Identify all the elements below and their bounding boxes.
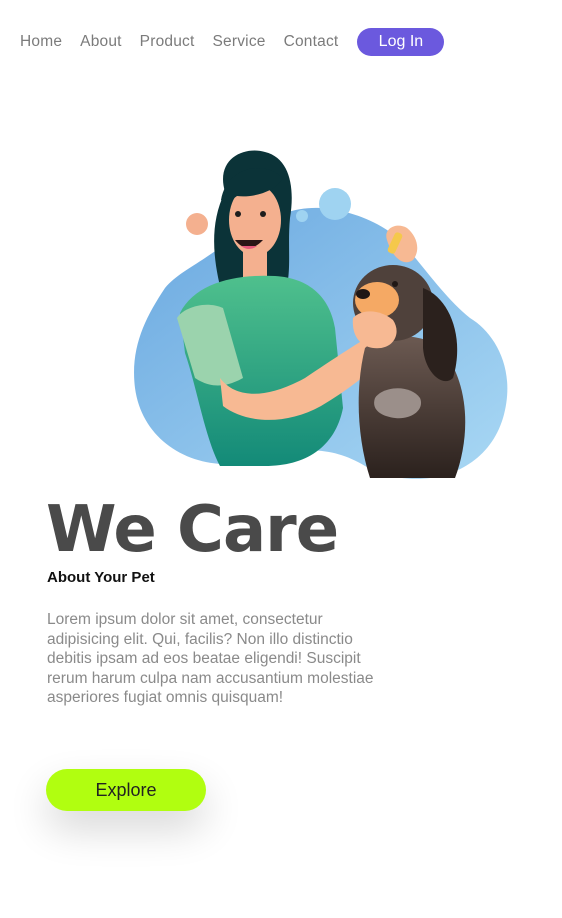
nav-link-service[interactable]: Service bbox=[213, 28, 266, 56]
nav-link-product[interactable]: Product bbox=[140, 28, 195, 56]
explore-button[interactable]: Explore bbox=[46, 769, 206, 811]
dog-chest bbox=[374, 388, 422, 419]
login-button[interactable]: Log In bbox=[357, 28, 445, 56]
nav-link-home[interactable]: Home bbox=[20, 28, 62, 56]
bubble-small bbox=[296, 210, 308, 222]
woman-ear bbox=[186, 213, 208, 235]
dog-eye bbox=[392, 281, 398, 287]
woman-eye-right bbox=[260, 211, 266, 217]
dog-nose bbox=[356, 289, 370, 299]
woman-eye-left bbox=[235, 211, 241, 217]
hero-title: We Care bbox=[46, 493, 339, 567]
hero-description: Lorem ipsum dolor sit amet, consectetur … bbox=[47, 611, 374, 706]
vet-with-dog-illustration bbox=[134, 150, 508, 479]
nav-link-contact[interactable]: Contact bbox=[284, 28, 339, 56]
woman-neck bbox=[243, 252, 267, 278]
hero-subtitle: About Your Pet bbox=[47, 569, 155, 586]
bubble-large bbox=[319, 188, 351, 220]
nav-link-about[interactable]: About bbox=[80, 28, 122, 56]
top-nav: Home About Product Service Contact Log I… bbox=[20, 28, 445, 56]
